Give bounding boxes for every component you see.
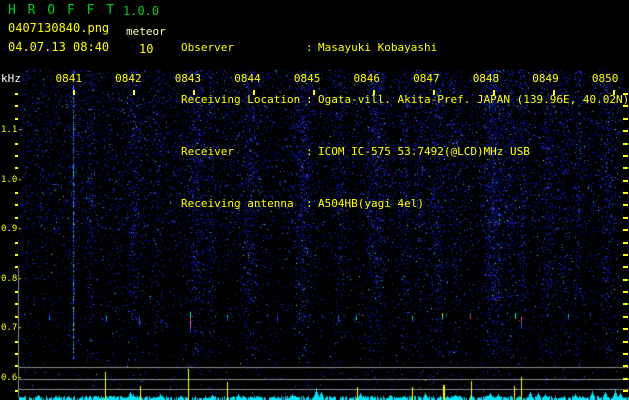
freq-minor-tick-left [15, 266, 18, 268]
freq-label-0.8: 0.8- [1, 273, 23, 284]
station-info: Observer: Masayuki Kobayashi Receiving Lo… [181, 3, 629, 230]
time-tick [193, 90, 195, 95]
freq-minor-tick-left [15, 365, 18, 367]
freq-label-0.9: 0.9- [1, 224, 23, 234]
meteor-count: 10 [139, 42, 154, 56]
freq-tick-right [623, 143, 628, 145]
info-row-receiver: Receiver: ICOM IC-575 53.7492(@LCD)MHz US… [181, 145, 629, 159]
freq-tick-right [623, 93, 628, 95]
info-label: Receiver [181, 145, 234, 158]
time-tick [313, 90, 315, 95]
freq-tick-right [623, 390, 628, 392]
freq-minor-tick-left [15, 390, 18, 392]
time-tick [373, 90, 375, 95]
time-label-0844: 0844 [234, 72, 261, 85]
freq-minor-tick-left [15, 303, 18, 305]
freq-label-1.0: 1.0- [1, 174, 23, 185]
time-label-0841: 0841 [55, 72, 83, 85]
freq-minor-tick-left [15, 143, 18, 145]
freq-tick-right [623, 229, 628, 231]
freq-tick-right [623, 180, 628, 182]
freq-tick-right [623, 254, 628, 256]
time-tick [133, 90, 135, 95]
freq-minor-tick-left [15, 353, 18, 355]
freq-minor-tick-left [15, 155, 18, 157]
freq-minor-tick-left [15, 254, 18, 256]
info-colon: : [306, 197, 313, 210]
freq-minor-tick-left [15, 341, 18, 343]
freq-tick-right [623, 291, 628, 293]
time-label-0846: 0846 [353, 72, 381, 85]
time-label-0850: 0850 [591, 72, 619, 85]
freq-tick-right [623, 328, 628, 330]
info-colon: : [306, 93, 313, 106]
time-tick [73, 90, 75, 95]
freq-tick-right [623, 303, 628, 305]
info-label: Observer [181, 41, 234, 54]
time-label-0845: 0845 [293, 72, 321, 85]
info-value: A504HB(yagi 4el) [318, 197, 424, 210]
info-label: Receiving antenna [181, 197, 294, 210]
freq-tick-right [623, 192, 628, 194]
time-label-0847: 0847 [413, 72, 440, 85]
freq-label-0.6: 0.6- [1, 372, 23, 383]
time-label-0849: 0849 [532, 72, 559, 85]
info-value: Masayuki Kobayashi [318, 41, 438, 54]
time-tick [433, 90, 435, 95]
freq-tick-right [623, 130, 628, 132]
info-row-location: Receiving Location: Ogata-vill. Akita-Pre… [181, 93, 629, 107]
freq-tick-right [623, 118, 628, 120]
freq-tick-right [623, 279, 628, 281]
info-row-observer: Observer: Masayuki Kobayashi [181, 41, 629, 55]
freq-minor-tick-left [15, 217, 18, 219]
time-tick [553, 90, 555, 95]
time-label-0848: 0848 [472, 72, 500, 85]
info-value: Ogata-vill. Akita-Pref. JAPAN (139.96E, … [318, 93, 629, 106]
freq-tick-right [623, 155, 628, 157]
freq-tick-right [623, 167, 628, 169]
output-filename: 0407130840.png [8, 21, 110, 35]
info-label: Receiving Location [181, 93, 301, 106]
freq-tick-right [623, 353, 628, 355]
freq-tick-right [623, 242, 628, 244]
freq-tick-right [623, 217, 628, 219]
freq-label-0.7: 0.7- [1, 323, 23, 333]
freq-minor-tick-left [15, 93, 18, 95]
time-tick [493, 90, 495, 95]
freq-minor-tick-left [15, 118, 18, 120]
freq-minor-tick-left [15, 192, 18, 194]
freq-minor-tick-left [15, 167, 18, 169]
time-label-0842: 0842 [115, 72, 142, 85]
freq-tick-right [623, 316, 628, 318]
freq-tick-right [623, 266, 628, 268]
freq-label-1.1: 1.1- [1, 125, 23, 135]
freq-minor-tick-left [15, 242, 18, 244]
info-colon: : [306, 145, 313, 158]
time-tick [613, 90, 615, 95]
freq-minor-tick-left [15, 291, 18, 293]
info-value: ICOM IC-575 53.7492(@LCD)MHz USB [318, 145, 530, 158]
freq-minor-tick-left [15, 316, 18, 318]
info-colon: : [306, 41, 313, 54]
date-time: 04.07.13 08:40 [8, 40, 110, 54]
info-row-antenna: Receiving antenna: A504HB(yagi 4el) [181, 197, 629, 211]
time-label-0843: 0843 [174, 72, 202, 85]
app-title: H R O F F T [8, 3, 117, 18]
freq-tick-right [623, 365, 628, 367]
freq-tick-right [623, 341, 628, 343]
mode-label: meteor [126, 25, 166, 38]
freq-tick-right [623, 105, 628, 107]
freq-tick-right [623, 204, 628, 206]
app-version: 1.0.0 [123, 4, 160, 18]
freq-tick-right [623, 378, 628, 380]
hrofft-output-image: { "app": { "title": "H R O F F T", "vers… [0, 0, 629, 400]
time-tick [253, 90, 255, 95]
frequency-unit-label: kHz [1, 72, 21, 85]
freq-minor-tick-left [15, 204, 18, 206]
freq-minor-tick-left [15, 105, 18, 107]
